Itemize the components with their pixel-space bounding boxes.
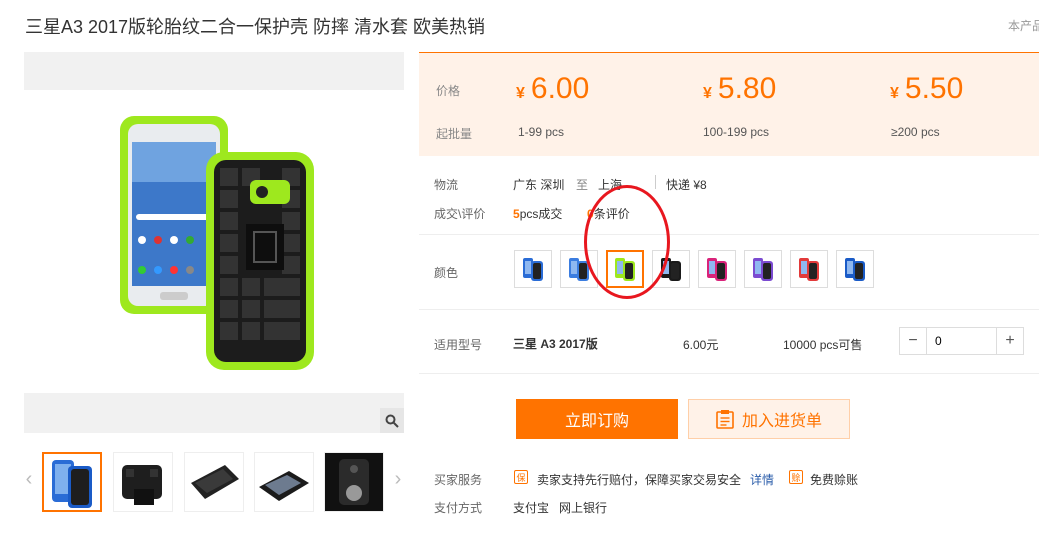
search-icon [385, 414, 399, 428]
quantity-input[interactable] [926, 328, 997, 354]
thumbnail[interactable] [254, 452, 314, 512]
chevron-down-icon: ⌄ [630, 178, 641, 192]
product-title: 三星A3 2017版轮胎纹二合一保护壳 防摔 清水套 欧美热销 [25, 17, 486, 37]
guarantee-text: 卖家支持先行赔付，保障买家交易安全 [537, 473, 742, 487]
credit-icon: 赊 [789, 470, 803, 484]
row-divider [419, 234, 1039, 235]
price-tier-2: ¥5.80 [703, 72, 777, 105]
product-top-right-link[interactable]: 本产品 [1008, 17, 1039, 34]
phone-case-thumb-icon [753, 258, 773, 281]
payment-label: 支付方式 [434, 501, 483, 515]
details-link[interactable]: 详情 [750, 471, 774, 488]
color-swatch[interactable] [836, 250, 874, 288]
phone-case-thumb-icon [615, 258, 635, 281]
thumbnail[interactable] [113, 452, 173, 512]
quantity-stepper: − + [899, 327, 1024, 355]
price-label: 价格 [436, 84, 461, 98]
phone-case-thumb-icon [523, 258, 543, 281]
thumb-next-arrow[interactable]: › [391, 468, 405, 491]
color-swatch[interactable] [652, 250, 690, 288]
color-swatch[interactable] [560, 250, 598, 288]
price-tier-1: ¥6.00 [516, 72, 590, 105]
phone-case-thumb-icon [661, 258, 681, 281]
thumbnail[interactable] [324, 452, 384, 512]
buy-now-button[interactable]: 立即订购 [516, 399, 678, 439]
model-stock: 10000 pcs可售 [783, 338, 863, 352]
model-name: 三星 A3 2017版 [513, 337, 598, 351]
services-label: 买家服务 [434, 473, 483, 487]
ship-to-word: 至 [576, 178, 589, 192]
add-to-cart-button[interactable]: 加入进货单 [688, 399, 850, 439]
add-to-cart-label: 加入进货单 [741, 413, 822, 430]
price-tier-3: ¥5.50 [890, 72, 964, 105]
color-swatch[interactable] [698, 250, 736, 288]
sold-count: 5pcs成交 [513, 207, 563, 221]
thumbnail[interactable] [184, 452, 244, 512]
thumbnail[interactable] [42, 452, 102, 512]
phone-case-thumb-icon [569, 258, 589, 281]
increment-button[interactable]: + [997, 328, 1023, 354]
range-tier-1: 1-99 pcs [518, 125, 565, 139]
ship-to-select[interactable]: 上海 ⌄ [598, 176, 640, 193]
phone-case-thumb-icon [707, 258, 727, 281]
payment-online-bank: 网上银行 [559, 501, 608, 515]
payment-alipay: 支付宝 [513, 501, 550, 515]
moq-label: 起批量 [436, 127, 473, 141]
express-fee: 快递 ¥8 [666, 178, 707, 192]
phone-case-thumb-icon [799, 258, 819, 281]
review-count-link[interactable]: 0条评价 [587, 205, 630, 222]
model-price: 6.00元 [683, 338, 719, 352]
zoom-button[interactable] [380, 408, 404, 433]
logistics-label: 物流 [434, 178, 459, 192]
phone-case-illustration [120, 116, 314, 370]
decrement-button[interactable]: − [900, 328, 926, 354]
ship-to-value: 上海 [598, 178, 623, 192]
gallery-top-bar [24, 52, 404, 90]
deals-label: 成交\评价 [434, 207, 486, 221]
row-divider [419, 373, 1039, 374]
color-swatch[interactable] [744, 250, 782, 288]
clipboard-icon [716, 410, 734, 429]
range-tier-3: ≥200 pcs [891, 125, 940, 139]
divider [655, 175, 656, 189]
gallery-bottom-bar [24, 393, 404, 433]
phone-case-thumb-icon [845, 258, 865, 281]
color-swatch[interactable] [790, 250, 828, 288]
range-tier-2: 100-199 pcs [703, 125, 770, 139]
color-swatch[interactable] [606, 250, 644, 288]
thumb-prev-arrow[interactable]: ‹ [22, 468, 36, 491]
guarantee-icon: 保 [514, 470, 528, 484]
ship-from: 广东 深圳 [513, 178, 565, 192]
main-product-image [24, 90, 404, 393]
color-swatch[interactable] [514, 250, 552, 288]
free-credit-text: 免费赊账 [810, 473, 859, 487]
model-label: 适用型号 [434, 338, 483, 352]
color-label: 颜色 [434, 266, 459, 280]
row-divider [419, 309, 1039, 310]
